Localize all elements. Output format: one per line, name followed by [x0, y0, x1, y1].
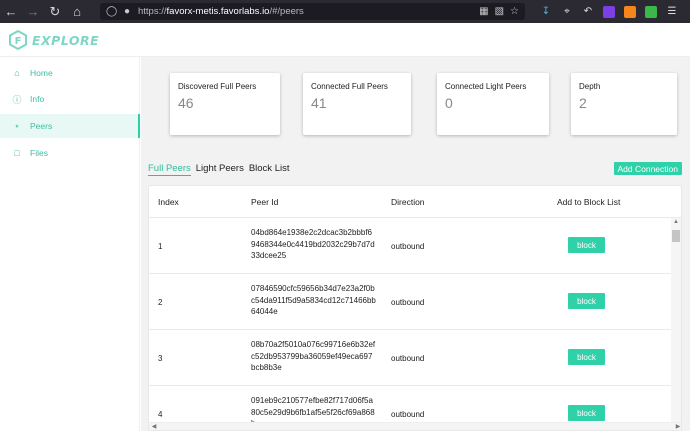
sidebar-item-label: Info: [30, 94, 45, 104]
peer-tabs: Full Peers Light Peers Block List: [148, 163, 289, 176]
block-button[interactable]: block: [568, 405, 605, 421]
stat-title: Connected Full Peers: [311, 82, 388, 91]
metamask-icon[interactable]: [624, 5, 636, 18]
extension-icon[interactable]: [603, 5, 615, 18]
cell-direction: outbound: [391, 410, 425, 419]
block-button[interactable]: block: [568, 293, 605, 309]
url-text[interactable]: https://favorx-metis.favorlabs.io/#/peer…: [138, 6, 304, 17]
stat-value: 46: [178, 95, 194, 111]
column-header-peer-id: Peer Id: [251, 197, 279, 207]
horizontal-scrollbar[interactable]: ◀ ▶: [149, 422, 681, 430]
sidebar-item-peers[interactable]: ⋆ Peers: [0, 114, 140, 138]
crop-icon[interactable]: ⌖: [561, 6, 573, 18]
table-row: 3 08b70a2f5010a076c99716e6b32efc52db9537…: [149, 330, 673, 386]
address-bar[interactable]: ◯ ● https://favorx-metis.favorlabs.io/#/…: [100, 3, 525, 20]
stat-value: 0: [445, 95, 453, 111]
app-header: F EXPLORE: [0, 23, 690, 57]
undo-icon[interactable]: ↶: [582, 6, 594, 18]
scrollbar-thumb[interactable]: [672, 230, 680, 242]
sidebar-item-info[interactable]: ⓘ Info: [0, 87, 140, 111]
cell-index: 3: [158, 354, 163, 363]
block-button[interactable]: block: [568, 237, 605, 253]
scroll-up-icon[interactable]: ▲: [671, 218, 681, 226]
stat-value: 41: [311, 95, 327, 111]
cell-peer-id: 04bd864e1938e2c2dcac3b2bbbf69468344e0c44…: [251, 228, 375, 260]
stat-card-connected-full-peers: Connected Full Peers 41: [303, 73, 411, 135]
cell-peer-id: 07846590cfc59656b34d7e23a2f0bc54da911f5d…: [251, 284, 376, 316]
sidebar-item-label: Files: [30, 148, 48, 158]
svg-text:F: F: [15, 36, 22, 47]
scroll-left-icon[interactable]: ◀: [149, 423, 159, 430]
stat-card-connected-light-peers: Connected Light Peers 0: [437, 73, 549, 135]
cell-peer-id: 08b70a2f5010a076c99716e6b32efc52db953799…: [251, 340, 376, 372]
app: F EXPLORE ⌂ Home ⓘ Info ⋆ Peers □ Files …: [0, 23, 690, 431]
sidebar-item-files[interactable]: □ Files: [0, 141, 140, 165]
tab-light-peers[interactable]: Light Peers: [196, 163, 244, 176]
cell-direction: outbound: [391, 242, 425, 251]
vertical-scrollbar[interactable]: ▲: [671, 218, 681, 424]
browser-toolbar: ← → ↻ ⌂ ◯ ● https://favorx-metis.favorla…: [0, 0, 690, 23]
stat-title: Discovered Full Peers: [178, 82, 257, 91]
table-row: 1 04bd864e1938e2c2dcac3b2bbbf69468344e0c…: [149, 218, 673, 274]
stat-title: Connected Light Peers: [445, 82, 527, 91]
cell-index: 1: [158, 242, 163, 251]
lock-icon[interactable]: ●: [122, 6, 132, 17]
table-row: 2 07846590cfc59656b34d7e23a2f0bc54da911f…: [149, 274, 673, 330]
sidebar-item-home[interactable]: ⌂ Home: [0, 61, 140, 85]
wallet-extension-icon[interactable]: [645, 5, 657, 18]
logo[interactable]: F EXPLORE: [8, 30, 99, 50]
menu-icon[interactable]: ☰: [666, 6, 678, 18]
peers-icon: ⋆: [14, 120, 20, 131]
back-icon[interactable]: ←: [0, 0, 22, 23]
column-header-index: Index: [158, 197, 179, 207]
cell-direction: outbound: [391, 354, 425, 363]
sidebar-item-label: Peers: [30, 121, 53, 131]
main-content: Discovered Full Peers 46 Connected Full …: [141, 57, 690, 431]
home-browser-icon[interactable]: ⌂: [66, 0, 88, 23]
column-header-direction: Direction: [391, 197, 425, 207]
reload-icon[interactable]: ↻: [44, 0, 66, 23]
sidebar: ⌂ Home ⓘ Info ⋆ Peers □ Files: [0, 57, 140, 431]
bookmark-star-icon[interactable]: ☆: [510, 6, 519, 17]
home-icon: ⌂: [14, 68, 20, 78]
block-button[interactable]: block: [568, 349, 605, 365]
peers-table: Index Peer Id Direction Add to Block Lis…: [148, 185, 682, 431]
stat-card-discovered-full-peers: Discovered Full Peers 46: [170, 73, 280, 135]
translate-icon[interactable]: ▧: [495, 6, 504, 17]
shield-icon[interactable]: ◯: [106, 6, 117, 17]
qr-code-icon[interactable]: ▦: [479, 6, 488, 17]
logo-icon: F: [9, 30, 27, 50]
file-icon: □: [14, 148, 20, 158]
logo-text: EXPLORE: [32, 32, 100, 48]
cell-index: 2: [158, 298, 163, 307]
forward-icon[interactable]: →: [22, 0, 44, 23]
tab-full-peers[interactable]: Full Peers: [148, 163, 191, 176]
tab-block-list[interactable]: Block List: [249, 163, 290, 176]
stat-value: 2: [579, 95, 587, 111]
add-connection-button[interactable]: Add Connection: [613, 162, 682, 175]
scroll-right-icon[interactable]: ▶: [673, 423, 681, 430]
sidebar-item-label: Home: [30, 68, 53, 78]
cell-index: 4: [158, 410, 163, 419]
column-header-add-to-block-list: Add to Block List: [557, 197, 621, 207]
stat-card-depth: Depth 2: [571, 73, 677, 135]
stat-title: Depth: [579, 82, 601, 91]
cell-direction: outbound: [391, 298, 425, 307]
table-header: Index Peer Id Direction Add to Block Lis…: [149, 186, 681, 218]
download-icon[interactable]: ↧: [540, 6, 552, 18]
info-icon: ⓘ: [12, 94, 22, 105]
